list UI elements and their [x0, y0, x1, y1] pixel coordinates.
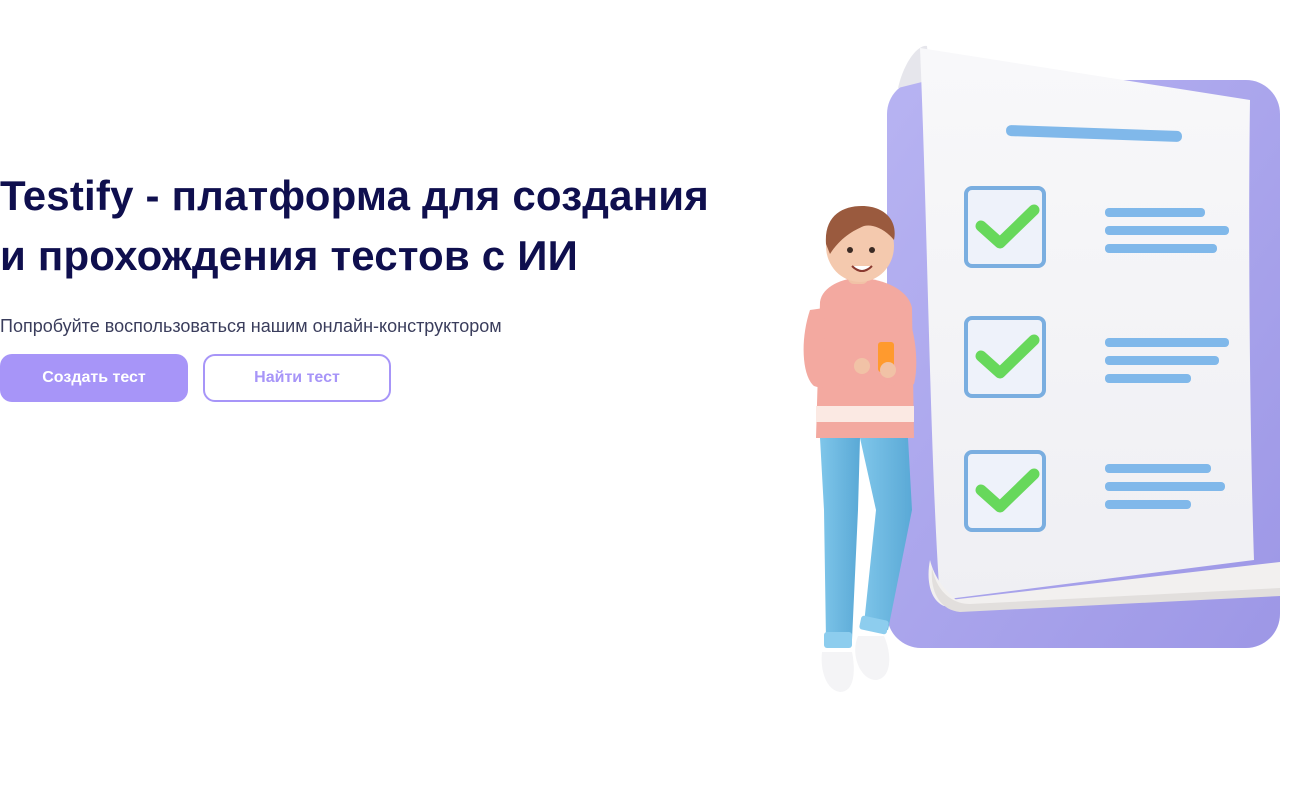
find-test-button[interactable]: Найти тест [203, 354, 391, 402]
person-left-shoe [821, 652, 854, 692]
hero-buttons: Создать тест Найти тест [0, 354, 740, 402]
checklist-illustration-icon [803, 45, 1280, 692]
item-2-line-1 [1105, 338, 1229, 347]
item-3-line-1 [1105, 464, 1211, 473]
hero-title: Testify - платформа для создания и прохо… [0, 172, 710, 279]
item-2-line-3 [1105, 374, 1191, 383]
person-left-eye [847, 247, 853, 253]
item-3-line-3 [1105, 500, 1191, 509]
person-sweater-stripe [816, 406, 914, 422]
person-right-eye [869, 247, 875, 253]
item-1-line-2 [1105, 226, 1229, 235]
person-left-hand [854, 358, 870, 374]
checklist-illustration [780, 40, 1290, 710]
item-1-line-3 [1105, 244, 1217, 253]
hero-subtitle: Попробуйте воспользоваться нашим онлайн-… [0, 316, 502, 336]
person-right-hand [880, 362, 896, 378]
item-2-line-2 [1105, 356, 1219, 365]
create-test-button[interactable]: Создать тест [0, 354, 188, 402]
landing-page: Testify - платформа для создания и прохо… [0, 0, 1300, 800]
person-left-cuff [824, 632, 852, 648]
item-1-line-1 [1105, 208, 1205, 217]
person-left-leg [820, 438, 860, 640]
person-right-shoe [855, 636, 890, 680]
item-3-line-2 [1105, 482, 1225, 491]
hero-section: Testify - платформа для создания и прохо… [0, 166, 740, 402]
